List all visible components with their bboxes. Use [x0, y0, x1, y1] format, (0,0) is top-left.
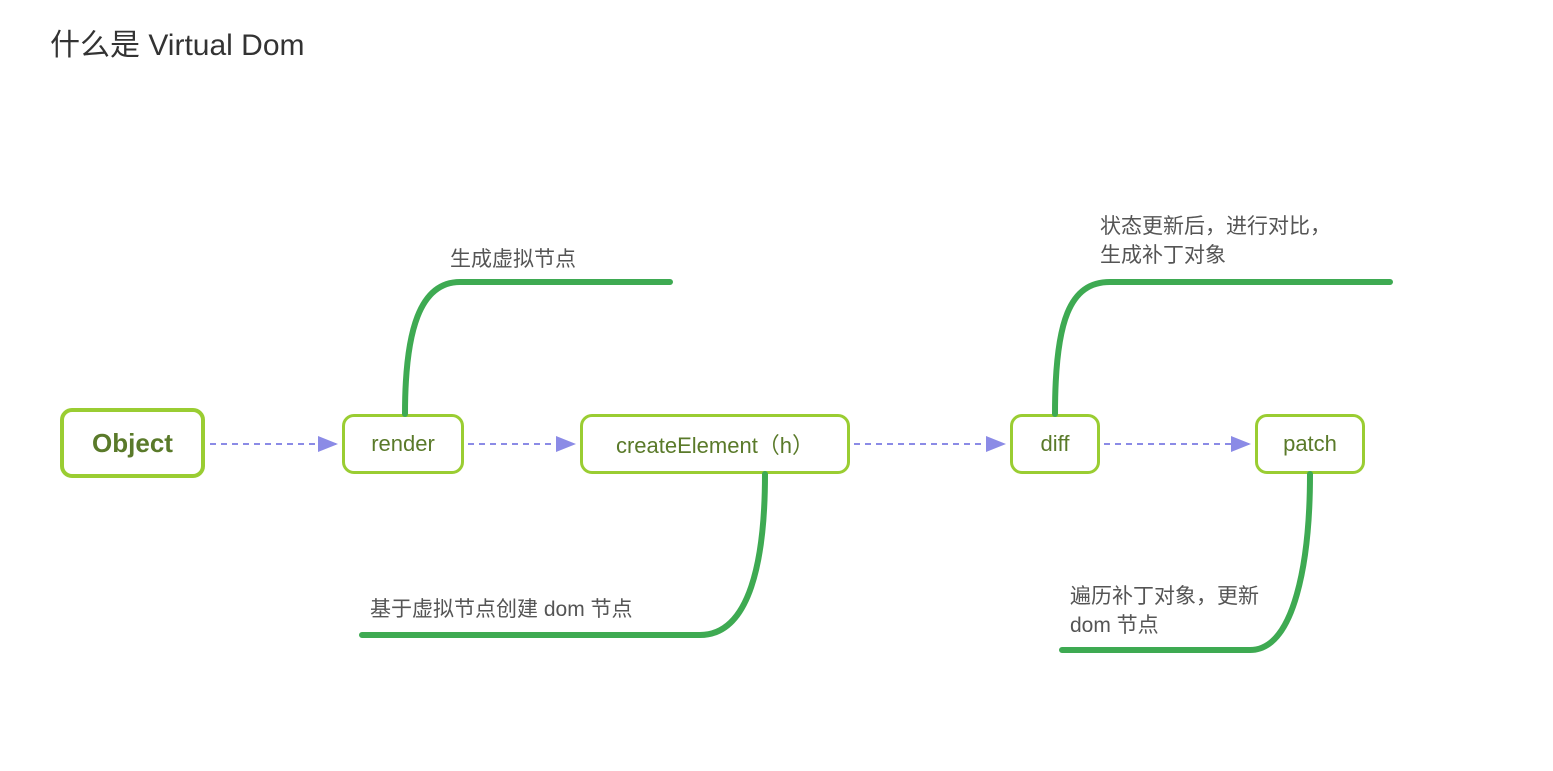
annotation-render-top: 生成虚拟节点	[450, 245, 576, 274]
callout-render-top	[405, 282, 670, 414]
node-patch: patch	[1255, 414, 1365, 474]
annotation-create-bottom: 基于虚拟节点创建 dom 节点	[370, 595, 633, 624]
callout-diff-top	[1055, 282, 1390, 414]
node-diff: diff	[1010, 414, 1100, 474]
diagram-connectors	[0, 0, 1553, 771]
node-render: render	[342, 414, 464, 474]
node-createelement: createElement（h）	[580, 414, 850, 474]
annotation-diff-top: 状态更新后，进行对比，生成补丁对象	[1100, 212, 1340, 271]
node-object: Object	[60, 408, 205, 478]
diagram-title: 什么是 Virtual Dom	[50, 20, 305, 64]
annotation-patch-bottom: 遍历补丁对象，更新 dom 节点	[1070, 582, 1270, 641]
